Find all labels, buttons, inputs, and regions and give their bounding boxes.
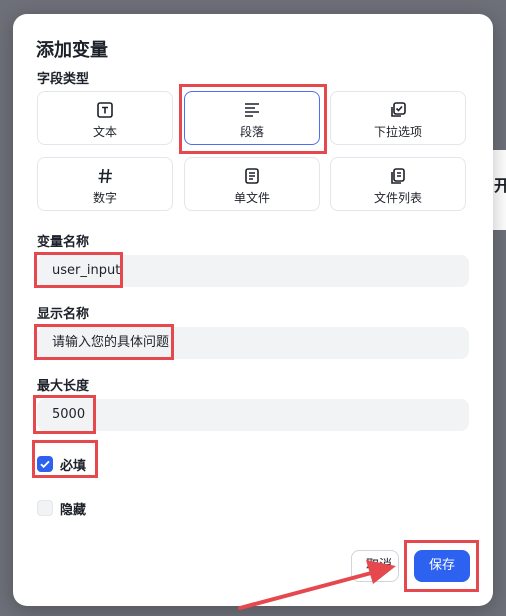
type-option-label: 段落 [239, 125, 264, 139]
background-panel-edge: 开 [491, 150, 506, 230]
add-variable-dialog: 添加变量 字段类型 文本 段落 下拉选项 数字 单文件 文件列表 变量名称 us… [13, 14, 493, 606]
file-icon [185, 167, 319, 185]
check-icon [40, 460, 50, 469]
field-type-label: 字段类型 [37, 72, 90, 87]
select-icon [331, 101, 465, 119]
display-name-input[interactable]: 请输入您的具体问题 [37, 327, 469, 359]
max-length-input[interactable]: 5000 [37, 399, 469, 431]
hash-icon [38, 167, 172, 185]
paragraph-icon [185, 101, 319, 119]
display-name-label: 显示名称 [37, 307, 90, 322]
required-checkbox[interactable] [37, 456, 53, 472]
type-option-text[interactable]: 文本 [37, 91, 173, 145]
type-option-label: 文本 [92, 125, 117, 139]
file-list-icon [331, 167, 465, 185]
dialog-title: 添加变量 [36, 40, 108, 61]
type-option-file-list[interactable]: 文件列表 [330, 157, 466, 211]
background-partial-text: 开 [494, 176, 506, 195]
variable-name-input[interactable]: user_input [37, 255, 469, 287]
hidden-label: 隐藏 [60, 503, 87, 518]
type-option-select[interactable]: 下拉选项 [330, 91, 466, 145]
type-option-label: 下拉选项 [373, 125, 422, 139]
max-length-label: 最大长度 [37, 379, 90, 394]
hidden-checkbox[interactable] [37, 500, 53, 516]
cancel-button[interactable]: 取消 [351, 550, 399, 582]
type-option-label: 数字 [92, 191, 117, 205]
type-option-label: 单文件 [233, 191, 270, 205]
save-button[interactable]: 保存 [414, 550, 470, 582]
variable-name-label: 变量名称 [37, 235, 90, 250]
text-icon [38, 101, 172, 119]
type-option-paragraph[interactable]: 段落 [184, 91, 320, 145]
required-label: 必填 [60, 459, 87, 474]
type-option-number[interactable]: 数字 [37, 157, 173, 211]
type-option-single-file[interactable]: 单文件 [184, 157, 320, 211]
type-option-label: 文件列表 [373, 191, 422, 205]
